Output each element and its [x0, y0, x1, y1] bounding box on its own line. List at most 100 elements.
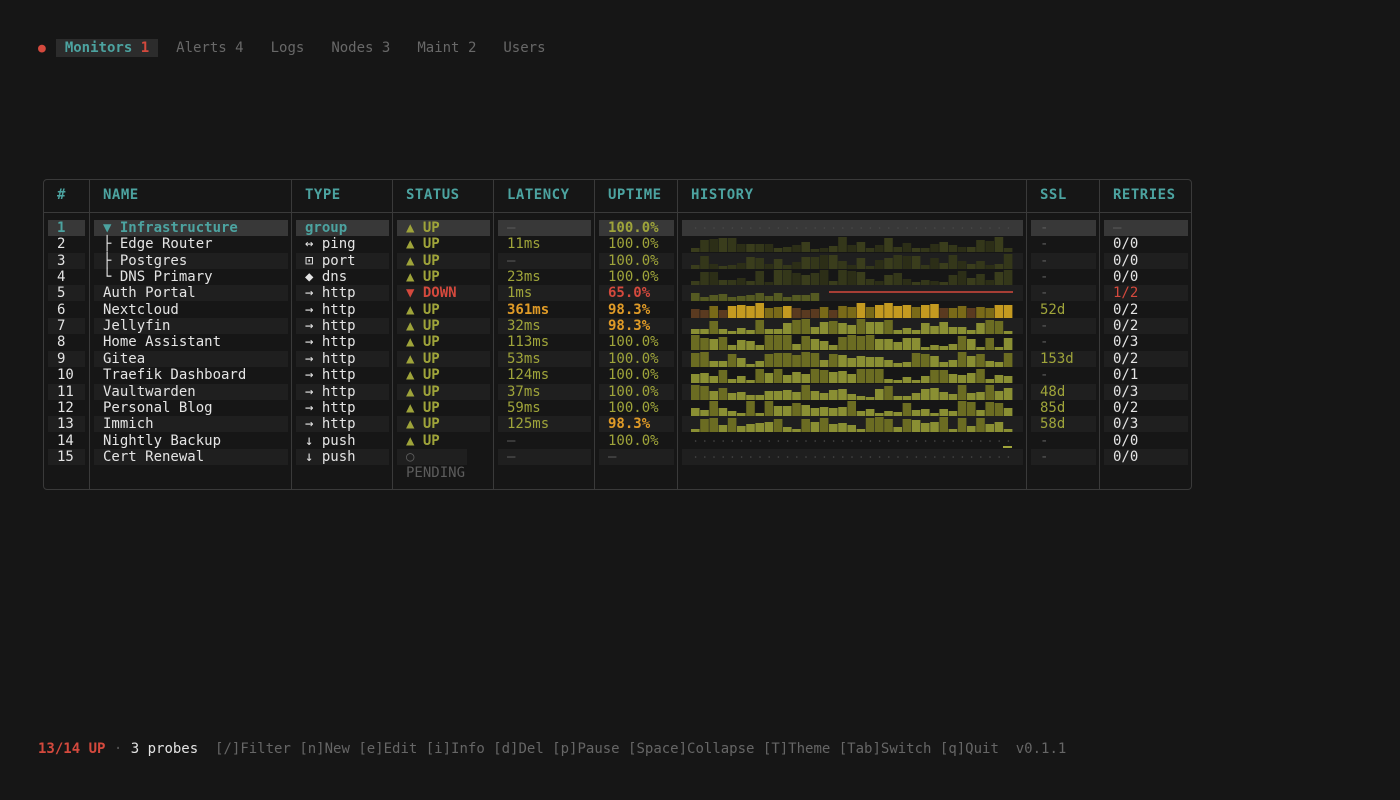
cell-num[interactable]: 6: [48, 302, 85, 318]
tab-maint[interactable]: Maint 2: [417, 39, 485, 57]
cell-status[interactable]: ▲ UP: [397, 318, 490, 335]
cell-type[interactable]: group: [296, 220, 389, 236]
tab-nodes[interactable]: Nodes 3: [331, 39, 399, 57]
column-header-history[interactable]: HISTORY: [691, 187, 754, 203]
cell-num[interactable]: 9: [48, 350, 85, 367]
cell-name[interactable]: Immich: [94, 416, 288, 433]
cell-status[interactable]: ▲ UP: [397, 220, 490, 236]
cell-ssl[interactable]: -: [1031, 252, 1096, 269]
cell-status[interactable]: ▲ UP: [397, 350, 490, 367]
cell-latency[interactable]: 361ms: [498, 302, 591, 318]
cell-type[interactable]: → http: [296, 367, 389, 383]
cell-latency[interactable]: —: [498, 448, 591, 465]
cell-retries[interactable]: 0/1: [1104, 367, 1188, 383]
cell-ssl[interactable]: -: [1031, 220, 1096, 236]
cell-name[interactable]: Home Assistant: [94, 334, 288, 350]
cell-uptime[interactable]: 100.0%: [599, 334, 674, 350]
cell-latency[interactable]: —: [498, 433, 591, 449]
cell-ssl[interactable]: -: [1031, 367, 1096, 383]
cell-uptime[interactable]: 65.0%: [599, 285, 674, 302]
cell-ssl[interactable]: 58d: [1031, 416, 1096, 433]
cell-latency[interactable]: 37ms: [498, 383, 591, 400]
cell-history[interactable]: [682, 269, 1023, 286]
cell-name[interactable]: Nextcloud: [94, 302, 288, 318]
column-header-uptime[interactable]: UPTIME: [608, 187, 662, 203]
cell-num[interactable]: 12: [48, 400, 85, 416]
cell-latency[interactable]: 11ms: [498, 236, 591, 252]
cell-type[interactable]: → http: [296, 318, 389, 335]
cell-history[interactable]: [682, 400, 1023, 416]
cell-latency[interactable]: —: [498, 220, 591, 236]
cell-type[interactable]: ⊡ port: [296, 252, 389, 269]
column-header-latency[interactable]: LATENCY: [507, 187, 570, 203]
tab-logs[interactable]: Logs: [271, 39, 314, 57]
cell-retries[interactable]: 0/0: [1104, 448, 1188, 465]
cell-ssl[interactable]: -: [1031, 318, 1096, 335]
cell-name[interactable]: Cert Renewal: [94, 448, 288, 465]
cell-type[interactable]: ↓ push: [296, 433, 389, 449]
column-header-status[interactable]: STATUS: [406, 187, 460, 203]
cell-name[interactable]: ▼ Infrastructure: [94, 220, 288, 236]
cell-history[interactable]: [682, 318, 1023, 335]
cell-uptime[interactable]: 100.0%: [599, 236, 674, 252]
cell-latency[interactable]: 53ms: [498, 350, 591, 367]
cell-ssl[interactable]: 85d: [1031, 400, 1096, 416]
cell-latency[interactable]: 125ms: [498, 416, 591, 433]
cell-history[interactable]: [682, 433, 1023, 449]
cell-ssl[interactable]: -: [1031, 236, 1096, 252]
tab-monitors[interactable]: Monitors 1: [55, 39, 159, 57]
cell-type[interactable]: → http: [296, 302, 389, 318]
cell-uptime[interactable]: 100.0%: [599, 433, 674, 449]
cell-name[interactable]: Vaultwarden: [94, 383, 288, 400]
cell-ssl[interactable]: -: [1031, 285, 1096, 302]
cell-retries[interactable]: 0/0: [1104, 252, 1188, 269]
cell-latency[interactable]: 124ms: [498, 367, 591, 383]
cell-name[interactable]: Traefik Dashboard: [94, 367, 288, 383]
cell-type[interactable]: → http: [296, 350, 389, 367]
cell-uptime[interactable]: 100.0%: [599, 269, 674, 285]
cell-status[interactable]: ▲ UP: [397, 400, 490, 416]
cell-ssl[interactable]: -: [1031, 269, 1096, 285]
tab-alerts[interactable]: Alerts 4: [176, 39, 252, 57]
cell-latency[interactable]: —: [498, 252, 591, 269]
cell-name[interactable]: ├ Edge Router: [94, 236, 288, 252]
cell-type[interactable]: ◆ dns: [296, 269, 389, 285]
cell-num[interactable]: 4: [48, 269, 85, 285]
cell-uptime[interactable]: 98.3%: [599, 416, 674, 433]
cell-retries[interactable]: 0/0: [1104, 236, 1188, 252]
cell-num[interactable]: 14: [48, 433, 85, 449]
cell-num[interactable]: 3: [48, 252, 85, 269]
cell-uptime[interactable]: 100.0%: [599, 383, 674, 400]
column-header-retries[interactable]: RETRIES: [1113, 187, 1176, 203]
cell-status[interactable]: ▲ UP: [397, 269, 490, 285]
cell-ssl[interactable]: 48d: [1031, 383, 1096, 400]
cell-uptime[interactable]: 98.3%: [599, 302, 674, 318]
cell-retries[interactable]: 0/3: [1104, 334, 1188, 350]
cell-ssl[interactable]: 52d: [1031, 302, 1096, 318]
cell-num[interactable]: 10: [48, 367, 85, 383]
cell-type[interactable]: → http: [296, 416, 389, 433]
cell-latency[interactable]: 32ms: [498, 318, 591, 335]
cell-name[interactable]: Personal Blog: [94, 400, 288, 416]
cell-retries[interactable]: 0/2: [1104, 400, 1188, 416]
cell-type[interactable]: → http: [296, 285, 389, 302]
cell-status[interactable]: ▲ UP: [397, 236, 490, 252]
cell-history[interactable]: [682, 383, 1023, 400]
cell-history[interactable]: [682, 285, 1023, 302]
cell-num[interactable]: 7: [48, 318, 85, 335]
cell-status[interactable]: ▲ UP: [397, 383, 490, 400]
cell-uptime[interactable]: 100.0%: [599, 350, 674, 367]
cell-retries[interactable]: 1/2: [1104, 285, 1188, 302]
cell-retries[interactable]: 0/0: [1104, 433, 1188, 449]
cell-type[interactable]: ↓ push: [296, 448, 389, 465]
cell-num[interactable]: 5: [48, 285, 85, 302]
cell-retries[interactable]: 0/3: [1104, 383, 1188, 400]
cell-status[interactable]: ○ PENDING: [397, 448, 467, 481]
cell-status[interactable]: ▲ UP: [397, 416, 490, 433]
cell-type[interactable]: → http: [296, 400, 389, 416]
cell-history[interactable]: [682, 220, 1023, 236]
cell-name[interactable]: Nightly Backup: [94, 433, 288, 449]
cell-latency[interactable]: 23ms: [498, 269, 591, 285]
cell-status[interactable]: ▲ UP: [397, 433, 490, 449]
column-header-num[interactable]: #: [57, 187, 66, 203]
